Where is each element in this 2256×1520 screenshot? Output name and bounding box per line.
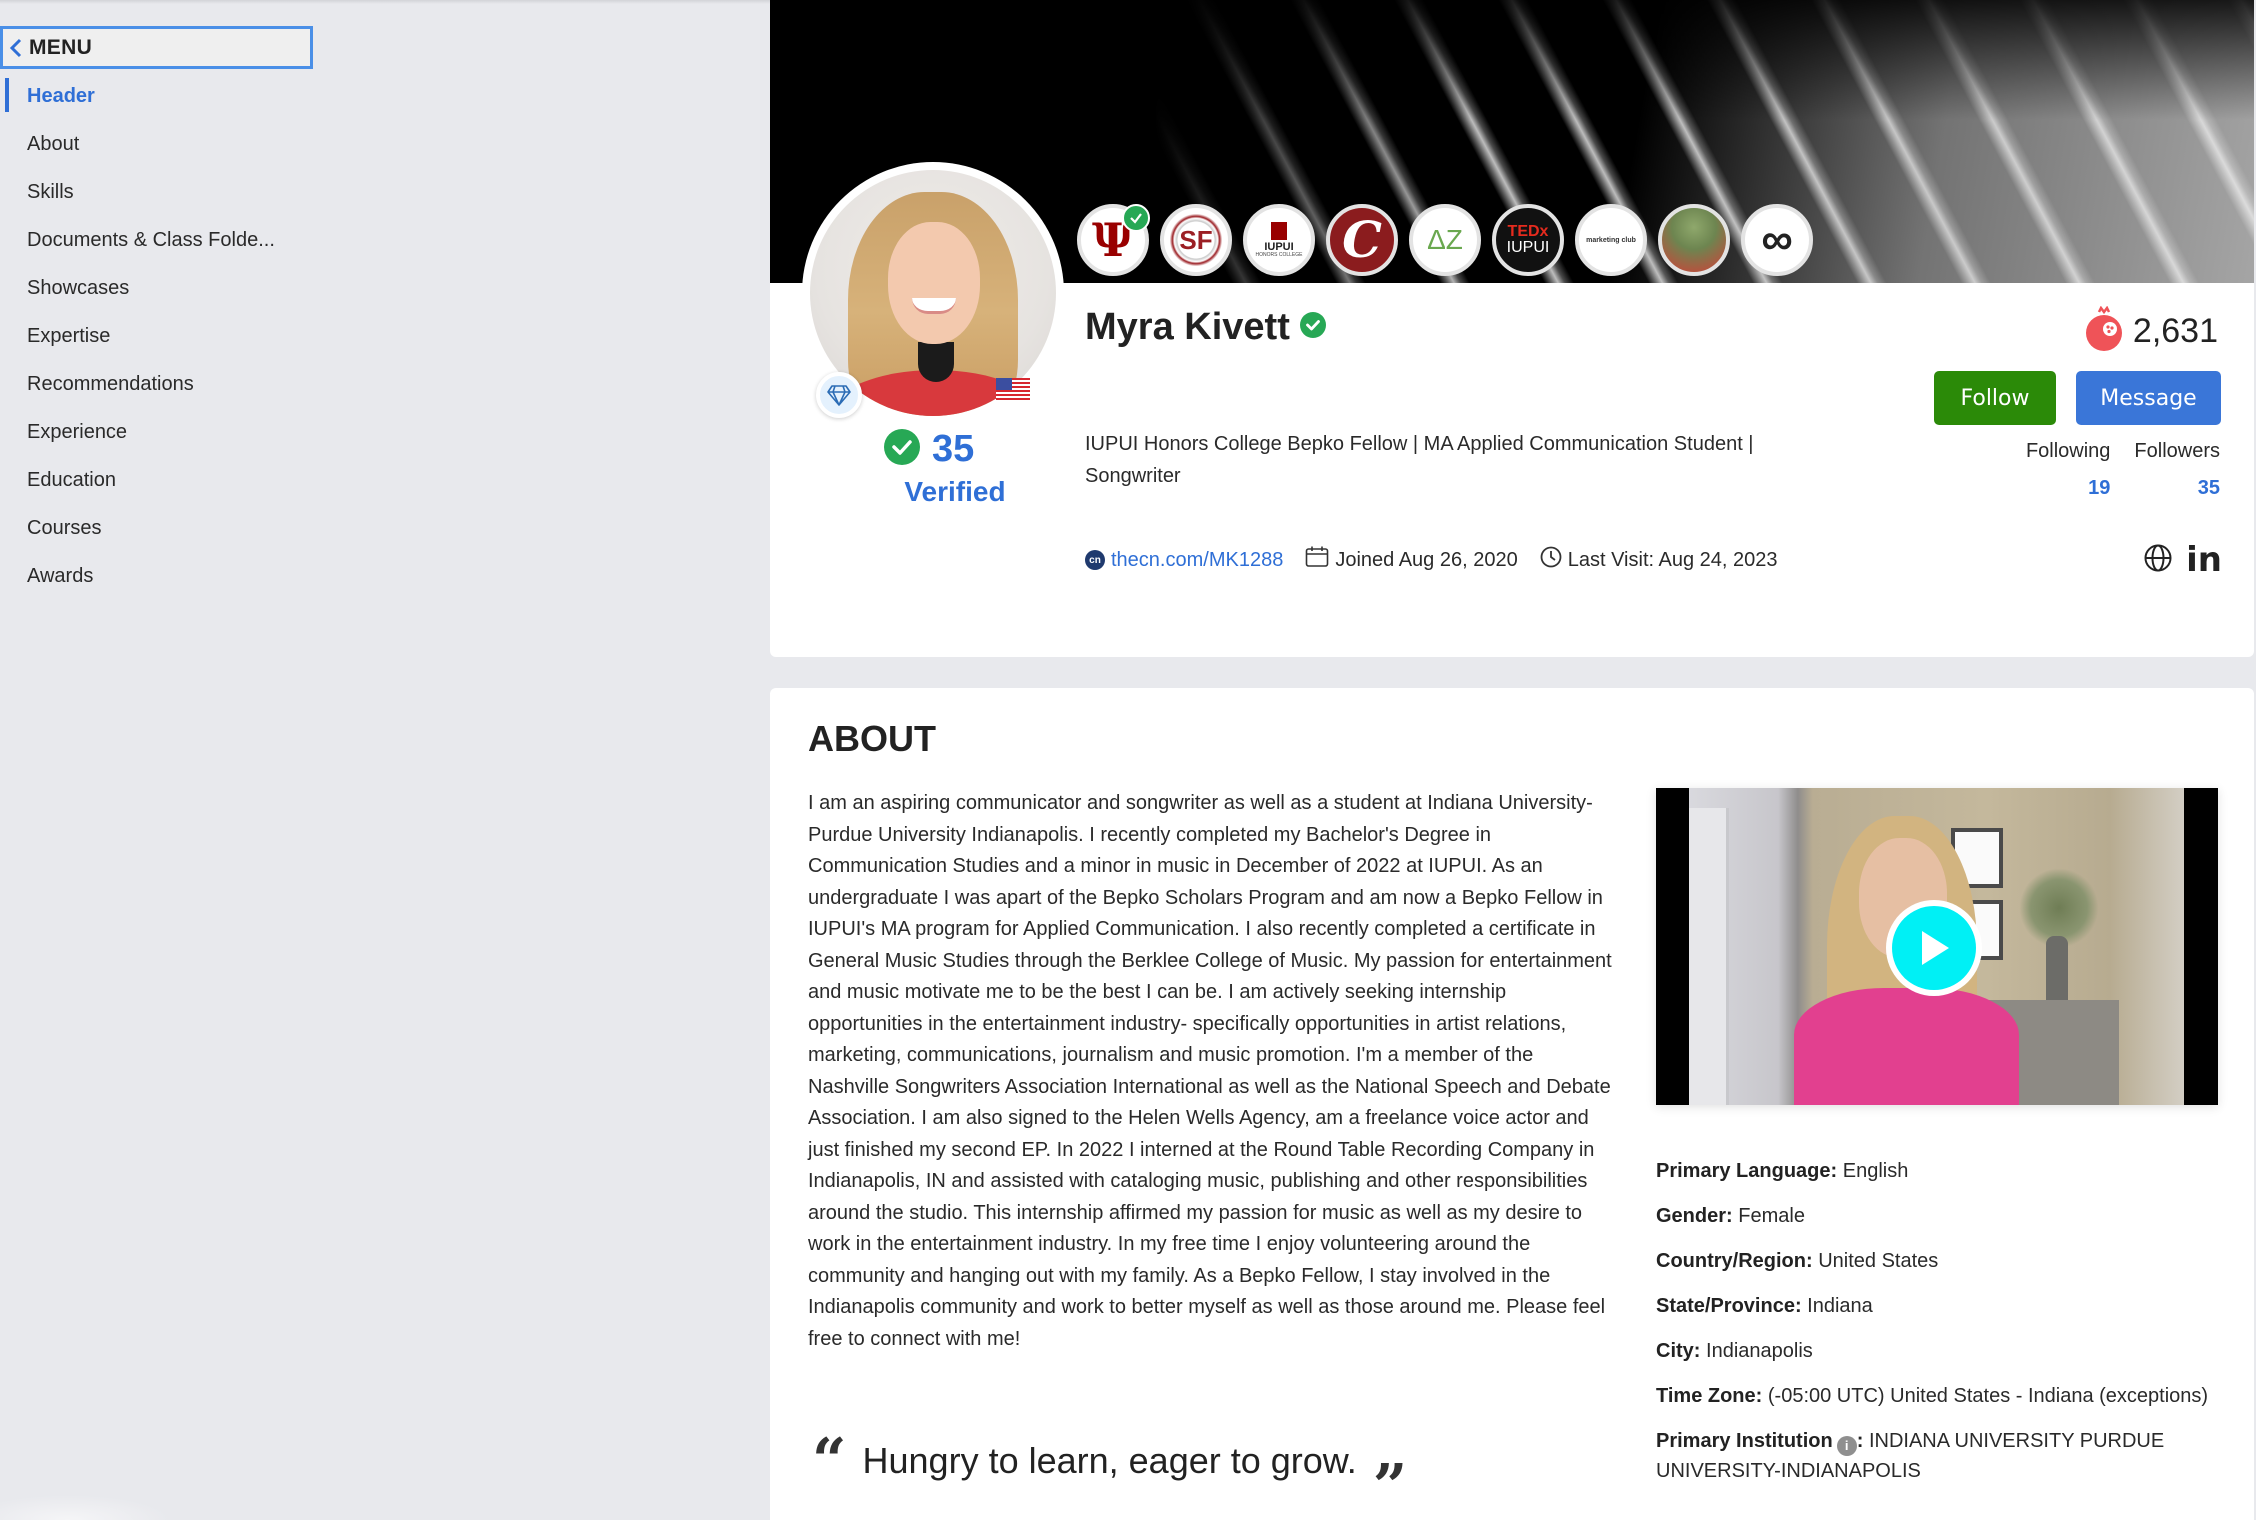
nav-item-recommendations[interactable]: Recommendations bbox=[0, 360, 320, 408]
badge-tedx-iupui[interactable]: TEDx IUPUI bbox=[1492, 204, 1564, 276]
following-count[interactable]: 19 bbox=[2026, 477, 2110, 500]
nav-item-header[interactable]: Header bbox=[0, 72, 320, 120]
follow-button[interactable]: Follow bbox=[1934, 371, 2056, 425]
last-visit: Last Visit: Aug 24, 2023 bbox=[1567, 548, 1778, 571]
nav-item-documents[interactable]: Documents & Class Folde... bbox=[0, 216, 320, 264]
info-icon[interactable]: i bbox=[1836, 1436, 1857, 1456]
play-button[interactable] bbox=[1886, 900, 1982, 996]
verification-count: 35 bbox=[884, 428, 974, 471]
following-stat[interactable]: Following 19 bbox=[2026, 440, 2110, 500]
diamond-icon[interactable] bbox=[816, 372, 862, 418]
profile-link[interactable]: thecn.com/MK1288 bbox=[1111, 549, 1283, 572]
cover-shade-top bbox=[770, 0, 2254, 120]
quote-open-icon: “ bbox=[812, 1426, 847, 1496]
quote-close-icon: ” bbox=[1372, 1452, 1408, 1520]
menu-toggle[interactable]: MENU bbox=[0, 26, 313, 69]
badge-csf[interactable]: SF bbox=[1160, 204, 1232, 276]
detail-country: Country/Region: United States bbox=[1656, 1250, 1939, 1272]
profile-name: Myra Kivett bbox=[1085, 306, 1290, 348]
badge-mascots[interactable] bbox=[1658, 204, 1730, 276]
chevron-left-icon bbox=[3, 33, 29, 63]
menu-label: MENU bbox=[29, 35, 93, 59]
badge-row: Ψ SF IUPUI HONORS COLLEGE C ΔZ TEDx IUPU… bbox=[1077, 204, 1813, 276]
verified-label: Verified bbox=[904, 476, 1006, 507]
detail-city: City: Indianapolis bbox=[1656, 1340, 1813, 1362]
nav-item-showcases[interactable]: Showcases bbox=[0, 264, 320, 312]
message-button[interactable]: Message bbox=[2076, 371, 2221, 425]
calendar-icon bbox=[1305, 546, 1329, 574]
nav-item-awards[interactable]: Awards bbox=[0, 552, 320, 600]
about-title: ABOUT bbox=[808, 718, 936, 759]
badge-marketing-club[interactable]: marketing club bbox=[1575, 204, 1647, 276]
badge-c[interactable]: C bbox=[1326, 204, 1398, 276]
joined-date: Joined Aug 26, 2020 bbox=[1335, 548, 1518, 571]
sidebar: MENU Header About Skills Documents & Cla… bbox=[0, 0, 770, 1520]
follow-stats: Following 19 Followers 35 bbox=[2026, 440, 2220, 500]
verified-check-icon bbox=[1299, 312, 1326, 343]
quote: “ Hungry to learn, eager to grow. ” bbox=[812, 1426, 1408, 1520]
detail-state: State/Province: Indiana bbox=[1656, 1295, 1873, 1317]
badge-iupui-honors[interactable]: IUPUI HONORS COLLEGE bbox=[1243, 204, 1315, 276]
play-icon bbox=[1892, 906, 1976, 990]
profile-header-card: 35 Verified Ψ SF IUPUI HONORS COLLEGE C … bbox=[770, 0, 2254, 657]
profile-meta: cn thecn.com/MK1288 Joined Aug 26, 2020 … bbox=[1085, 546, 1800, 574]
globe-icon[interactable] bbox=[2144, 544, 2172, 577]
name-row: Myra Kivett bbox=[1085, 306, 1326, 349]
section-nav: Header About Skills Documents & Class Fo… bbox=[0, 72, 320, 600]
verified-count-value: 35 bbox=[932, 428, 975, 470]
about-card: ABOUT I am an aspiring communicator and … bbox=[770, 688, 2254, 1520]
profile-details: Primary Language: English Gender: Female… bbox=[1656, 1156, 2216, 1501]
badge-delta-zeta[interactable]: ΔZ bbox=[1409, 204, 1481, 276]
detail-primary-language: Primary Language: English bbox=[1656, 1160, 1909, 1182]
nav-item-courses[interactable]: Courses bbox=[0, 504, 320, 552]
intro-video[interactable] bbox=[1656, 788, 2218, 1105]
bottom-shadow bbox=[0, 1495, 170, 1520]
followers-stat[interactable]: Followers 35 bbox=[2134, 440, 2220, 500]
quote-text: Hungry to learn, eager to grow. bbox=[862, 1440, 1357, 1481]
profile-headline: IUPUI Honors College Bepko Fellow | MA A… bbox=[1085, 433, 1754, 487]
followers-count[interactable]: 35 bbox=[2134, 477, 2220, 500]
detail-gender: Gender: Female bbox=[1656, 1205, 1805, 1227]
pomegranate-icon bbox=[2083, 305, 2125, 357]
nav-item-education[interactable]: Education bbox=[0, 456, 320, 504]
clock-icon bbox=[1540, 546, 1562, 574]
points-display: 2,631 bbox=[2083, 305, 2218, 357]
cn-logo-icon: cn bbox=[1085, 550, 1105, 570]
check-circle-icon bbox=[884, 429, 920, 470]
badge-global-infinity[interactable]: ∞ bbox=[1741, 204, 1813, 276]
badge-verified-check-icon bbox=[1122, 204, 1150, 232]
us-flag-icon bbox=[996, 378, 1030, 402]
detail-time-zone: Time Zone: (-05:00 UTC) United States - … bbox=[1656, 1385, 2209, 1407]
nav-item-experience[interactable]: Experience bbox=[0, 408, 320, 456]
linkedin-icon[interactable]: in bbox=[2186, 540, 2222, 580]
detail-primary-institution: Primary Institution i: INDIANA UNIVERSITY… bbox=[1656, 1430, 2165, 1482]
social-links: in bbox=[2144, 540, 2222, 580]
following-label: Following bbox=[2025, 440, 2111, 462]
followers-label: Followers bbox=[2134, 440, 2220, 462]
points-value: 2,631 bbox=[2132, 312, 2218, 350]
nav-item-about[interactable]: About bbox=[0, 120, 320, 168]
nav-item-expertise[interactable]: Expertise bbox=[0, 312, 320, 360]
nav-item-skills[interactable]: Skills bbox=[0, 168, 320, 216]
about-text: I am an aspiring communicator and songwr… bbox=[808, 792, 1612, 1350]
